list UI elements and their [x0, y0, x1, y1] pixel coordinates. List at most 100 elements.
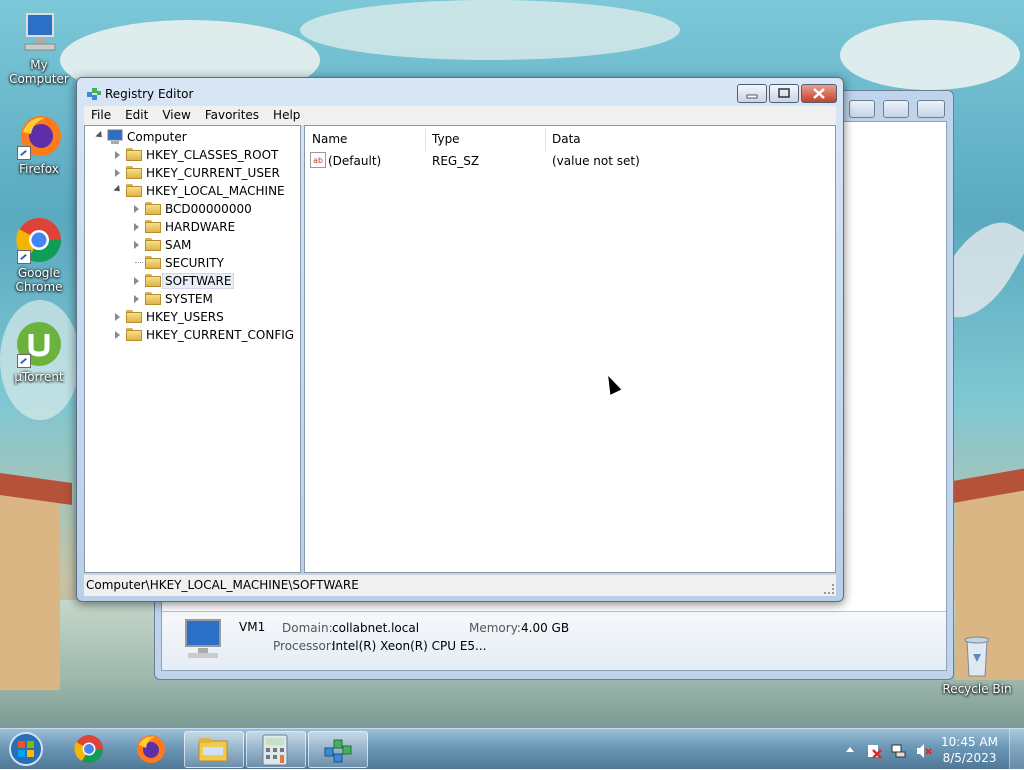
shortcut-arrow-icon [17, 250, 31, 264]
tree-node-bcd00000000[interactable]: BCD00000000 [85, 200, 298, 218]
registry-tree[interactable]: Computer HKEY_CLASSES_ROOT HKEY_CURRENT_… [84, 125, 301, 573]
menu-edit[interactable]: Edit [118, 106, 155, 125]
tree-node-hardware[interactable]: HARDWARE [85, 218, 298, 236]
menu-favorites[interactable]: Favorites [198, 106, 266, 125]
network-icon[interactable] [891, 743, 906, 758]
tree-node-hkey-current-config[interactable]: HKEY_CURRENT_CONFIG [85, 326, 298, 344]
folder-icon [145, 202, 161, 215]
expand-arrow-icon[interactable] [134, 277, 139, 285]
folder-icon [126, 148, 142, 161]
expand-arrow-icon[interactable] [115, 151, 120, 159]
close-button[interactable] [917, 100, 945, 118]
title-bar[interactable]: Registry Editor [77, 78, 843, 106]
table-row[interactable]: ab (Default) REG_SZ (value not set) [305, 152, 835, 170]
maximize-button[interactable] [883, 100, 909, 118]
expand-arrow-icon[interactable] [134, 241, 139, 249]
recycle-bin-icon [953, 632, 1001, 680]
desktop-icon-my-computer[interactable]: My Computer [1, 8, 77, 86]
file-explorer-icon [197, 735, 229, 768]
tree-node-label: SECURITY [165, 256, 224, 270]
column-header-data[interactable]: Data [552, 132, 822, 152]
column-separator[interactable] [425, 128, 426, 148]
registry-editor-window[interactable]: Registry Editor File Edit View Favorites Hel… [76, 77, 844, 602]
chrome-icon [15, 216, 63, 264]
desktop-icon-firefox[interactable]: Firefox [1, 112, 77, 176]
tree-node-software[interactable]: SOFTWARE [85, 272, 298, 290]
tree-node-label: SOFTWARE [162, 273, 235, 289]
taskbar-calculator[interactable] [246, 731, 306, 768]
folder-open-icon [126, 184, 142, 197]
menu-help[interactable]: Help [266, 106, 307, 125]
column-header-name[interactable]: Name [312, 132, 426, 152]
minimize-button[interactable] [849, 100, 875, 118]
processor-label: Processor: [273, 639, 335, 653]
menu-bar: File Edit View Favorites Help [84, 106, 836, 125]
desktop-icon-label: Firefox [19, 162, 59, 176]
wallpaper-cloud [300, 0, 680, 60]
tree-node-label: HKEY_USERS [146, 310, 224, 324]
expand-arrow-icon[interactable] [95, 130, 105, 141]
folder-icon [145, 274, 161, 287]
svg-text:ab: ab [313, 156, 323, 165]
tree-node-hkey-current-user[interactable]: HKEY_CURRENT_USER [85, 164, 298, 182]
desktop-icon-google-chrome[interactable]: Google Chrome [1, 216, 77, 294]
taskbar-file-explorer[interactable] [184, 731, 244, 768]
tree-node-security[interactable]: SECURITY [85, 254, 298, 272]
menu-file[interactable]: File [84, 106, 118, 125]
desktop-icon-label: µTorrent [14, 370, 64, 384]
expand-arrow-icon[interactable] [134, 295, 139, 303]
expand-arrow-icon[interactable] [115, 331, 120, 339]
taskbar-chrome[interactable] [60, 731, 118, 766]
minimize-button[interactable] [737, 84, 767, 103]
folder-icon [145, 238, 161, 251]
regedit-icon [322, 734, 354, 769]
details-pane: VM1 Domain: collabnet.local Memory: 4.00… [162, 611, 946, 670]
folder-icon [145, 220, 161, 233]
resize-grip[interactable] [824, 584, 834, 594]
chrome-icon [73, 733, 105, 768]
column-separator[interactable] [545, 128, 546, 148]
domain-value: collabnet.local [332, 621, 420, 635]
tree-node-hkey-classes-root[interactable]: HKEY_CLASSES_ROOT [85, 146, 298, 164]
start-button[interactable] [4, 731, 48, 767]
expand-arrow-icon[interactable] [134, 223, 139, 231]
memory-label: Memory: [469, 621, 521, 635]
close-button[interactable] [801, 84, 837, 103]
tree-node-computer[interactable]: Computer [85, 128, 298, 146]
regedit-icon [86, 86, 102, 102]
tree-node-hkey-local-machine[interactable]: HKEY_LOCAL_MACHINE [85, 182, 298, 200]
column-header-type[interactable]: Type [432, 132, 546, 152]
value-name: (Default) [328, 154, 382, 168]
desktop-icon-label: Google Chrome [15, 266, 63, 294]
tree-node-label: HKEY_CLASSES_ROOT [146, 148, 279, 162]
taskbar-firefox[interactable] [122, 731, 180, 766]
expand-arrow-icon[interactable] [134, 205, 139, 213]
computer-icon [180, 618, 226, 663]
tree-node-hkey-users[interactable]: HKEY_USERS [85, 308, 298, 326]
tree-node-label: SAM [165, 238, 192, 252]
show-hidden-icons-icon[interactable] [845, 744, 855, 758]
utorrent-icon [15, 320, 63, 368]
desktop-icon-utorrent[interactable]: µTorrent [1, 320, 77, 384]
values-list[interactable]: Name Type Data ab (Default) REG_SZ (valu… [304, 125, 836, 573]
folder-icon [126, 166, 142, 179]
domain-label: Domain: [282, 621, 333, 635]
taskbar-regedit[interactable] [308, 731, 368, 768]
status-bar: Computer\HKEY_LOCAL_MACHINE\SOFTWARE [84, 574, 836, 596]
show-desktop-button[interactable] [1009, 729, 1024, 769]
system-clock[interactable]: 10:45 AM 8/5/2023 [941, 734, 998, 766]
tree-node-system[interactable]: SYSTEM [85, 290, 298, 308]
expand-arrow-icon[interactable] [113, 184, 123, 195]
expand-arrow-icon[interactable] [115, 313, 120, 321]
expand-arrow-icon[interactable] [115, 169, 120, 177]
volume-muted-icon[interactable] [916, 743, 932, 758]
action-center-icon[interactable] [866, 743, 882, 759]
wallpaper-house [0, 490, 60, 690]
tree-node-sam[interactable]: SAM [85, 236, 298, 254]
tree-node-label: HKEY_CURRENT_USER [146, 166, 280, 180]
shortcut-arrow-icon [17, 354, 31, 368]
menu-view[interactable]: View [155, 106, 197, 125]
taskbar: 10:45 AM 8/5/2023 [0, 728, 1024, 769]
maximize-button[interactable] [769, 84, 799, 103]
computer-icon [15, 8, 63, 56]
